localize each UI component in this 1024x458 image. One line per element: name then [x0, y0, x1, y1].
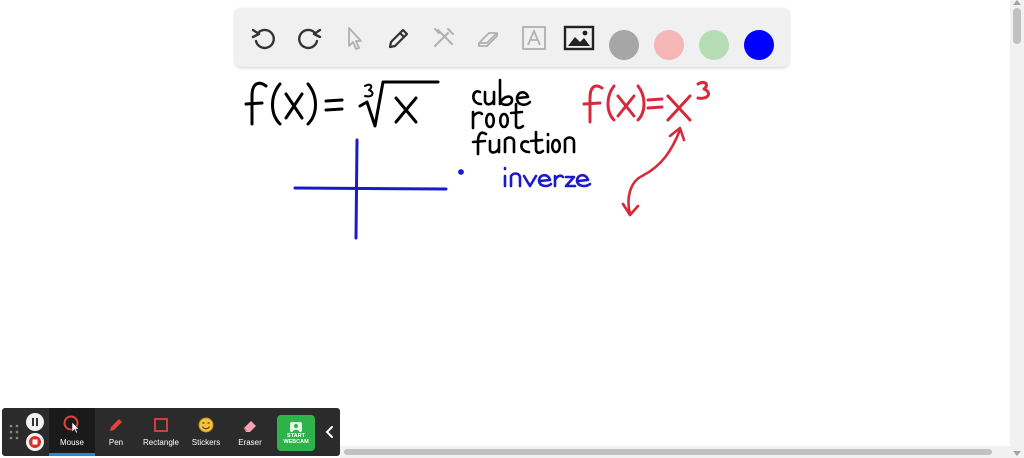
- drag-handle-icon[interactable]: [9, 424, 19, 440]
- start-webcam-button[interactable]: START WEBCAM: [277, 415, 315, 451]
- equation-cube: [582, 80, 710, 124]
- handwriting-layer: [244, 78, 710, 240]
- collapse-toolbar-button[interactable]: [320, 422, 340, 442]
- text-icon: [522, 26, 546, 50]
- horizontal-scrollbar[interactable]: [340, 446, 1010, 458]
- color-swatch-pink[interactable]: [654, 30, 684, 60]
- recorder-tool-mouse[interactable]: Mouse: [49, 408, 95, 456]
- text-tool-button[interactable]: [518, 22, 550, 54]
- vertical-scroll-thumb[interactable]: [1013, 8, 1021, 44]
- recorder-tool-label: Eraser: [238, 438, 262, 447]
- stop-button[interactable]: [26, 433, 44, 451]
- webcam-person-icon: [290, 422, 302, 432]
- label-inverse: [458, 166, 592, 188]
- recorder-tool-rectangle[interactable]: Rectangle: [138, 408, 184, 456]
- pen-tool-button[interactable]: [383, 22, 415, 54]
- image-tool-button[interactable]: [563, 22, 595, 54]
- vertical-scrollbar[interactable]: [1010, 0, 1024, 458]
- mouse-cursor-icon: [63, 415, 80, 434]
- chevron-left-icon: [325, 426, 333, 438]
- rectangle-icon: [154, 418, 168, 432]
- recorder-tool-label: Mouse: [59, 438, 84, 447]
- webcam-label-line2: WEBCAM: [283, 439, 309, 445]
- stop-icon: [29, 436, 41, 448]
- color-swatch-gray[interactable]: [609, 30, 639, 60]
- drawing-toolbar: [235, 8, 789, 67]
- eraser-icon: [478, 32, 498, 47]
- sticker-smiley-icon: [198, 417, 214, 433]
- eraser-tool-button[interactable]: [473, 22, 505, 54]
- undo-button[interactable]: [248, 22, 280, 54]
- select-tool-button[interactable]: [338, 22, 370, 54]
- recorder-tool-eraser[interactable]: Eraser: [230, 408, 270, 456]
- recorder-tool-stickers[interactable]: Stickers: [186, 408, 226, 456]
- scroll-up-arrow-icon[interactable]: [1013, 0, 1021, 5]
- pen-icon: [110, 419, 122, 431]
- tools-button[interactable]: [428, 22, 460, 54]
- horizontal-scroll-thumb[interactable]: [344, 449, 992, 455]
- pause-button[interactable]: [26, 413, 44, 431]
- color-swatch-green[interactable]: [699, 30, 729, 60]
- color-swatch-blue[interactable]: [744, 30, 774, 60]
- eraser-icon: [243, 421, 256, 432]
- whiteboard-canvas[interactable]: [0, 0, 1010, 458]
- recorder-toolbar: Mouse Pen Rectangle Stickers Eraser STAR…: [2, 408, 340, 456]
- red-double-arrow: [621, 126, 686, 217]
- recorder-tool-label: Pen: [108, 438, 124, 447]
- undo-icon: [251, 28, 275, 50]
- tools-icon: [434, 28, 454, 47]
- image-icon: [563, 25, 595, 51]
- recorder-tool-label: Stickers: [191, 438, 221, 447]
- blue-axes: [293, 138, 448, 240]
- select-arrow-icon: [348, 27, 362, 50]
- recorder-tool-pen[interactable]: Pen: [97, 408, 135, 456]
- scroll-down-arrow-icon[interactable]: [1013, 451, 1021, 456]
- label-cube-root-function: [471, 78, 576, 156]
- redo-button[interactable]: [293, 22, 325, 54]
- pen-icon: [388, 28, 409, 49]
- equation-cube-root: [244, 80, 440, 128]
- recorder-tool-label: Rectangle: [142, 438, 180, 447]
- redo-icon: [298, 28, 322, 50]
- pause-icon: [32, 418, 38, 426]
